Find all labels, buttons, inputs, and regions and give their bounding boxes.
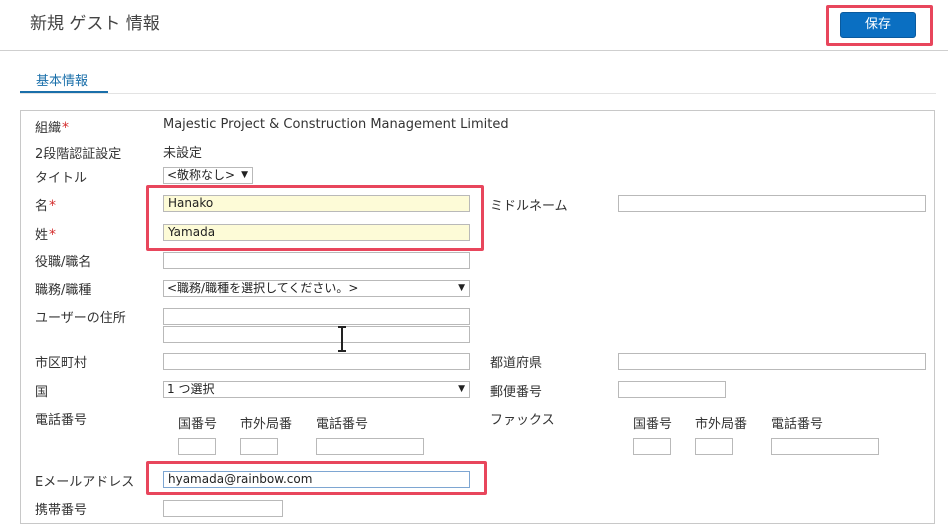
postal-code-label: 郵便番号	[490, 385, 543, 400]
tab-divider	[20, 93, 936, 94]
address-line2-input[interactable]	[163, 326, 470, 343]
middle-name-input[interactable]	[618, 195, 926, 212]
address-line1-input[interactable]	[163, 308, 470, 325]
address-label: ユーザーの住所	[35, 311, 126, 326]
organization-value: Majestic Project & Construction Manageme…	[163, 117, 509, 132]
required-mark: *	[62, 120, 70, 136]
fax-country-code-label: 国番号	[633, 417, 673, 432]
page-title: 新規 ゲスト 情報	[30, 14, 160, 34]
text-cursor-icon	[338, 326, 346, 352]
country-label: 国	[35, 385, 49, 400]
job-title-label: 役職/職名	[35, 255, 92, 270]
fax-area-code-input[interactable]	[695, 438, 733, 455]
phone-area-code-label: 市外局番	[240, 417, 293, 432]
phone-country-code-input[interactable]	[178, 438, 216, 455]
name-fields-highlight	[146, 185, 484, 251]
organization-label: 組織*	[35, 120, 70, 136]
tab-basic-info[interactable]: 基本情報	[36, 70, 88, 89]
last-name-label: 姓*	[35, 227, 57, 243]
middle-name-label: ミドルネーム	[490, 199, 568, 214]
email-label: Eメールアドレス	[35, 475, 135, 490]
fax-country-code-input[interactable]	[633, 438, 671, 455]
dropdown-arrow-icon: ▼	[458, 384, 465, 394]
job-role-value: <職務/職種を選択してください。>	[167, 281, 359, 295]
city-label: 市区町村	[35, 356, 88, 371]
phone-label: 電話番号	[35, 413, 88, 428]
job-title-input[interactable]	[163, 252, 470, 269]
phone-country-code-label: 国番号	[178, 417, 218, 432]
state-input[interactable]	[618, 353, 926, 370]
phone-number-label: 電話番号	[316, 417, 369, 432]
phone-area-code-input[interactable]	[240, 438, 278, 455]
salutation-label: タイトル	[35, 171, 88, 186]
two-factor-value: 未設定	[163, 146, 203, 161]
fax-area-code-label: 市外局番	[695, 417, 748, 432]
job-role-select[interactable]: <職務/職種を選択してください。> ▼	[163, 280, 470, 297]
two-factor-label: 2段階認証設定	[35, 147, 122, 162]
fax-number-label: 電話番号	[771, 417, 824, 432]
salutation-select[interactable]: <敬称なし> ▼	[163, 167, 253, 184]
country-select[interactable]: 1 つ選択 ▼	[163, 381, 470, 398]
state-label: 都道府県	[490, 356, 543, 371]
phone-number-input[interactable]	[316, 438, 424, 455]
header-divider	[0, 50, 948, 51]
mobile-input[interactable]	[163, 500, 283, 517]
save-button-highlight	[826, 5, 933, 46]
mobile-label: 携帯番号	[35, 503, 88, 518]
fax-number-input[interactable]	[771, 438, 879, 455]
required-mark: *	[49, 227, 57, 243]
fax-label: ファックス	[490, 413, 555, 428]
dropdown-arrow-icon: ▼	[458, 283, 465, 293]
job-role-label: 職務/職種	[35, 283, 92, 298]
postal-code-input[interactable]	[618, 381, 726, 398]
dropdown-arrow-icon: ▼	[241, 170, 248, 180]
email-field-highlight	[146, 461, 487, 495]
first-name-label: 名*	[35, 198, 57, 214]
required-mark: *	[49, 198, 57, 214]
salutation-value: <敬称なし>	[167, 168, 236, 182]
country-value: 1 つ選択	[167, 382, 215, 396]
city-input[interactable]	[163, 353, 470, 370]
